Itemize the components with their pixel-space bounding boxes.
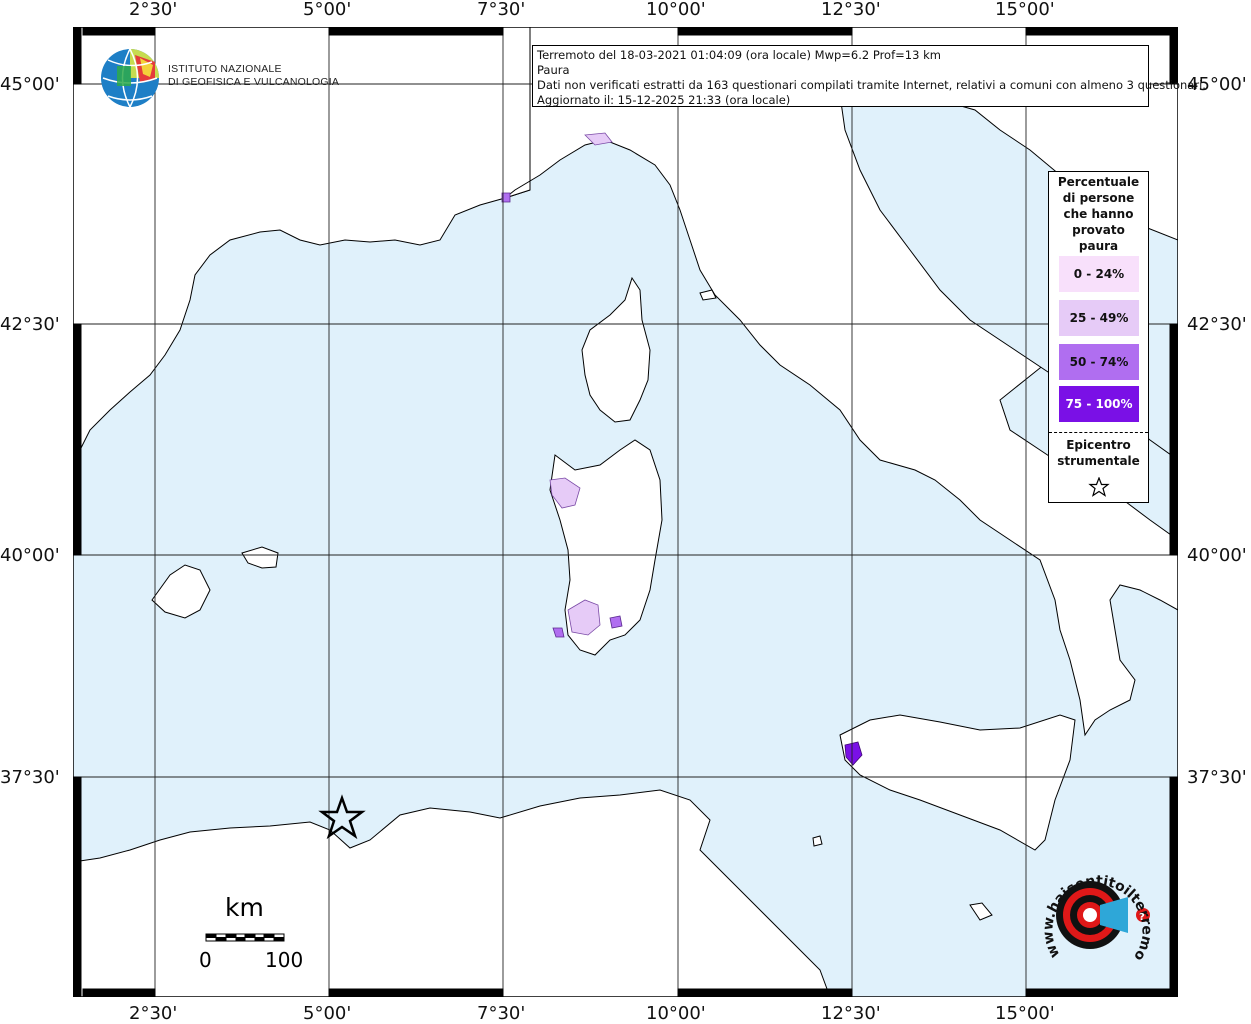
lat-label-right-4: 37°30' (1187, 767, 1247, 788)
event-info-line-3: Dati non verificati estratti da 163 ques… (537, 78, 1206, 92)
event-info-line-1: Terremoto del 18-03-2021 01:04:09 (ora l… (537, 48, 941, 62)
scale-unit: km (225, 893, 264, 922)
lon-label-bottom-5: 12°30' (821, 1003, 881, 1024)
lon-label-bottom-6: 15°00' (995, 1003, 1055, 1024)
lat-label-right-3: 40°00' (1187, 545, 1247, 566)
brand-url: www.haisentitoilterremoto.it (1040, 860, 1155, 964)
lon-label-top-6: 15°00' (995, 0, 1055, 20)
lon-label-top-1: 2°30' (129, 0, 178, 20)
lat-label-left-3: 40°00' (0, 545, 60, 566)
svg-text:www.haisentitoilterremoto.it: www.haisentitoilterremoto.it (1040, 860, 1155, 964)
lon-label-bottom-1: 2°30' (129, 1003, 178, 1024)
legend-epicenter-line-1: Epicentro (1066, 438, 1131, 452)
lon-label-top-5: 12°30' (821, 0, 881, 20)
lon-label-top-4: 10°00' (646, 0, 706, 20)
legend-title: Percentuale di persone che hanno provato… (1049, 174, 1148, 254)
legend-separator (1049, 432, 1148, 433)
ingv-name-line-2: DI GEOFISICA E VULCANOLOGIA (168, 76, 340, 88)
scale-bar (205, 933, 285, 942)
lon-label-bottom-2: 5°00' (303, 1003, 352, 1024)
lon-label-bottom-3: 7°30' (477, 1003, 526, 1024)
ingv-name: ISTITUTO NAZIONALE DI GEOFISICA E VULCAN… (168, 63, 339, 89)
legend-swatch-25-49: 25 - 49% (1059, 300, 1139, 336)
legend-swatch-75-100: 75 - 100% (1059, 386, 1139, 422)
lat-label-left-4: 37°30' (0, 767, 60, 788)
legend-swatch-50-74: 50 - 74% (1059, 344, 1139, 380)
legend-title-line-4: provato (1072, 223, 1125, 237)
map-canvas[interactable] (73, 27, 1178, 997)
legend-title-line-5: paura (1078, 239, 1119, 253)
legend-epicenter-title: Epicentro strumentale (1049, 437, 1148, 469)
legend-title-line-1: Percentuale (1057, 175, 1140, 189)
event-info-box: Terremoto del 18-03-2021 01:04:09 (ora l… (532, 45, 1206, 107)
scale-start-label: 0 (199, 948, 212, 972)
legend-title-line-3: che hanno (1063, 207, 1134, 221)
land-pantelleria (812, 835, 823, 847)
lat-label-left-1: 45°00' (0, 74, 60, 95)
legend-epicenter-line-2: strumentale (1057, 454, 1140, 468)
legend-star-icon (1088, 477, 1110, 497)
lat-label-right-2: 42°30' (1187, 314, 1247, 335)
lat-label-left-2: 42°30' (0, 314, 60, 335)
brand-question-mark: ? (1139, 912, 1145, 923)
event-info-line-4: Aggiornato il: 15-12-2025 21:33 (ora loc… (537, 93, 791, 107)
ingv-logo-icon (101, 48, 159, 108)
event-info-line-2: Paura (537, 63, 570, 77)
brand-text: www.haisentitoilterremoto.it ? (1040, 860, 1155, 964)
ingv-name-line-1: ISTITUTO NAZIONALE (168, 63, 282, 75)
lon-label-top-2: 5°00' (303, 0, 352, 20)
legend: Percentuale di persone che hanno provato… (1048, 171, 1149, 503)
legend-title-line-2: di persone (1062, 191, 1135, 205)
lon-label-bottom-4: 10°00' (646, 1003, 706, 1024)
scale-end-label: 100 (265, 948, 304, 972)
fear-area-sardinia-s2 (609, 615, 623, 629)
lon-label-top-3: 7°30' (477, 0, 526, 20)
legend-swatch-0-24: 0 - 24% (1059, 256, 1139, 292)
